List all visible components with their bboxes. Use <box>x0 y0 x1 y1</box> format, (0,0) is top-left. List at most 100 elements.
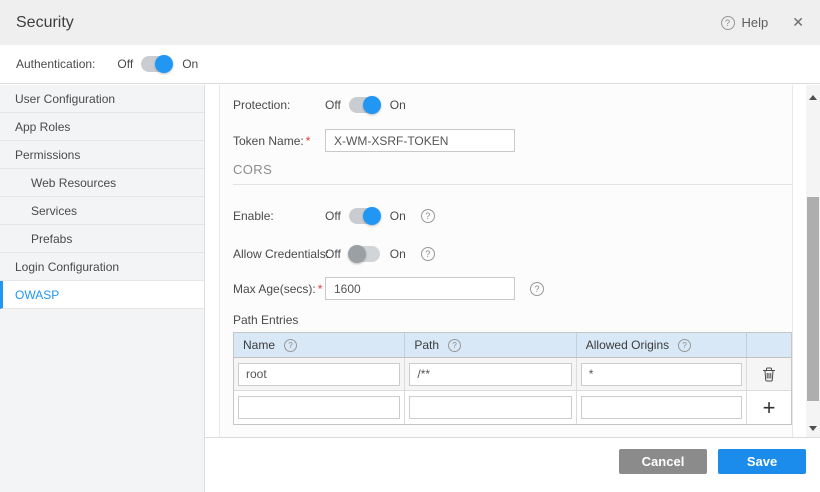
toggle-knob[interactable] <box>363 96 381 114</box>
token-name-row: Token Name:* <box>233 129 515 152</box>
protection-label: Protection: <box>233 98 325 112</box>
cors-enable-toggle[interactable]: Off On <box>325 208 406 224</box>
page-title: Security <box>16 14 74 32</box>
column-label: Allowed Origins <box>586 338 669 352</box>
cell-name <box>234 391 405 424</box>
sidebar-item-user-configuration[interactable]: User Configuration <box>0 85 204 113</box>
plus-icon: + <box>763 397 776 419</box>
sidebar-item-web-resources[interactable]: Web Resources <box>0 169 204 197</box>
cell-path <box>405 358 576 390</box>
toggle-off-label: Off <box>325 247 341 261</box>
dialog-footer: Cancel Save <box>205 437 820 492</box>
sidebar-item-label: Web Resources <box>31 176 116 190</box>
column-header-actions <box>747 333 791 357</box>
allow-credentials-label: Allow Credentials: <box>233 247 325 261</box>
token-name-input[interactable] <box>325 129 515 152</box>
sidebar-item-services[interactable]: Services <box>0 197 204 225</box>
path-entries-table: Name ? Path ? Allowed Origins ? <box>233 332 792 425</box>
sidebar: User Configuration App Roles Permissions… <box>0 85 205 492</box>
table-row: + <box>234 391 791 424</box>
arrow-down-icon <box>809 426 817 431</box>
column-label: Name <box>243 338 275 352</box>
toggle-track[interactable] <box>349 97 380 113</box>
toggle-knob[interactable] <box>348 245 366 263</box>
authentication-label: Authentication: <box>16 57 95 71</box>
scrollbar-thumb[interactable] <box>807 197 819 401</box>
required-mark: * <box>318 282 323 296</box>
help-icon[interactable]: ? <box>721 16 735 30</box>
authentication-toggle[interactable]: Off On <box>117 56 198 72</box>
save-button[interactable]: Save <box>718 449 806 474</box>
toggle-on-label: On <box>390 209 406 223</box>
cell-actions <box>747 358 791 390</box>
authentication-bar: Authentication: Off On <box>0 45 820 84</box>
help-icon[interactable]: ? <box>284 339 297 352</box>
toggle-on-label: On <box>390 98 406 112</box>
scroll-down-button[interactable] <box>806 423 820 433</box>
sidebar-item-label: Login Configuration <box>15 260 119 274</box>
cell-allowed-origins <box>577 391 747 424</box>
toggle-knob[interactable] <box>155 55 173 73</box>
sidebar-item-permissions[interactable]: Permissions <box>0 141 204 169</box>
column-header-name: Name ? <box>234 333 405 357</box>
max-age-label: Max Age(secs):* <box>233 282 325 296</box>
path-entry-name-input[interactable] <box>238 363 400 386</box>
dialog-header: Security ? Help ✕ <box>0 0 820 45</box>
toggle-off-label: Off <box>117 57 133 71</box>
help-icon[interactable]: ? <box>678 339 691 352</box>
path-entries-title: Path Entries <box>233 313 298 327</box>
cell-path <box>405 391 576 424</box>
toggle-knob[interactable] <box>363 207 381 225</box>
delete-row-button[interactable] <box>762 367 776 382</box>
help-icon[interactable]: ? <box>421 247 435 261</box>
header-actions: ? Help ✕ <box>721 14 804 31</box>
sidebar-item-label: App Roles <box>15 120 70 134</box>
max-age-input[interactable] <box>325 277 515 300</box>
trash-icon <box>762 367 776 382</box>
close-icon[interactable]: ✕ <box>792 14 804 31</box>
help-icon[interactable]: ? <box>530 282 544 296</box>
vertical-scrollbar[interactable] <box>806 85 820 437</box>
sidebar-item-label: Prefabs <box>31 232 72 246</box>
allow-credentials-toggle[interactable]: Off On <box>325 246 406 262</box>
path-entry-path-input[interactable] <box>409 396 571 419</box>
cell-allowed-origins <box>577 358 747 390</box>
column-header-path: Path ? <box>405 333 576 357</box>
table-row <box>234 358 791 391</box>
token-name-label: Token Name:* <box>233 134 325 148</box>
path-entry-origins-input[interactable] <box>581 363 742 386</box>
sidebar-item-label: Permissions <box>15 148 80 162</box>
scroll-up-button[interactable] <box>806 92 820 102</box>
sidebar-item-label: User Configuration <box>15 92 115 106</box>
cancel-button[interactable]: Cancel <box>619 449 707 474</box>
toggle-on-label: On <box>390 247 406 261</box>
toggle-track[interactable] <box>349 246 380 262</box>
max-age-row: Max Age(secs):* ? <box>233 277 544 300</box>
dialog-body: User Configuration App Roles Permissions… <box>0 85 820 492</box>
table-header-row: Name ? Path ? Allowed Origins ? <box>234 333 791 358</box>
protection-toggle[interactable]: Off On <box>325 97 406 113</box>
help-icon[interactable]: ? <box>421 209 435 223</box>
path-entry-name-input[interactable] <box>238 396 400 419</box>
sidebar-item-label: OWASP <box>15 288 59 302</box>
help-icon[interactable]: ? <box>448 339 461 352</box>
path-entry-origins-input[interactable] <box>581 396 742 419</box>
path-entry-path-input[interactable] <box>409 363 571 386</box>
allow-credentials-row: Allow Credentials: Off On ? <box>233 243 435 265</box>
owasp-settings-panel: Protection: Off On Token Name:* CORS Ena… <box>219 85 793 437</box>
sidebar-item-label: Services <box>31 204 77 218</box>
cell-name <box>234 358 405 390</box>
arrow-up-icon <box>809 95 817 100</box>
protection-row: Protection: Off On <box>233 94 406 116</box>
help-link[interactable]: Help <box>742 15 769 30</box>
column-label: Path <box>414 338 439 352</box>
toggle-on-label: On <box>182 57 198 71</box>
sidebar-item-prefabs[interactable]: Prefabs <box>0 225 204 253</box>
sidebar-item-app-roles[interactable]: App Roles <box>0 113 204 141</box>
sidebar-item-owasp[interactable]: OWASP <box>0 281 204 309</box>
add-row-button[interactable]: + <box>763 397 776 419</box>
section-divider <box>233 184 792 185</box>
toggle-track[interactable] <box>141 56 172 72</box>
toggle-track[interactable] <box>349 208 380 224</box>
sidebar-item-login-configuration[interactable]: Login Configuration <box>0 253 204 281</box>
